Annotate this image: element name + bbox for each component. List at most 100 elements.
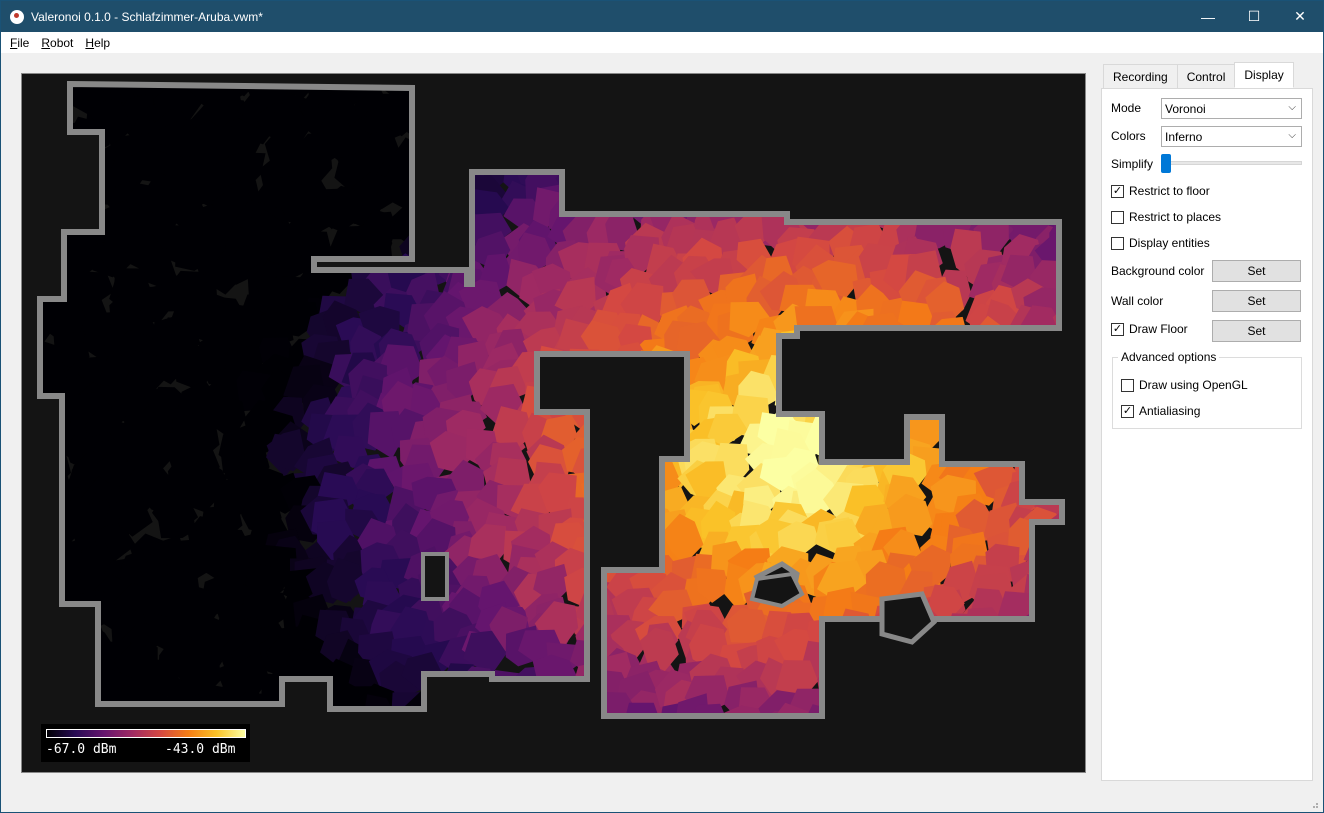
heatmap-cell [1061,362,1062,397]
heatmap-cell [40,646,63,691]
heatmap-cell [850,672,894,711]
opengl-row[interactable]: Draw using OpenGL [1121,378,1248,392]
heatmap-cell [638,98,686,143]
heatmap-cell [484,732,522,768]
heatmap-cell [1026,688,1062,716]
display-entities-row[interactable]: Display entities [1111,236,1210,250]
display-entities-checkbox[interactable] [1111,236,1124,250]
restrict-floor-row[interactable]: ✓ Restrict to floor [1111,184,1210,198]
heatmap-cell [253,745,292,773]
heatmap-cell [40,225,50,260]
heatmap-cell [829,739,869,773]
heatmap-cell [832,162,875,208]
close-button[interactable]: ✕ [1277,1,1323,32]
tab-display[interactable]: Display [1234,62,1294,88]
restrict-places-row[interactable]: Restrict to places [1111,210,1221,224]
heatmap-cell [1069,399,1086,440]
draw-floor-row[interactable]: ✓ Draw Floor [1111,322,1188,336]
heatmap-cell [975,84,1021,123]
tab-control[interactable]: Control [1176,64,1236,88]
heatmap-cell [880,365,927,402]
heatmap-cell [1039,349,1062,386]
heatmap-cell [582,84,621,97]
draw-floor-checkbox[interactable]: ✓ [1111,322,1124,336]
heatmap-cell [478,93,519,130]
heatmap-cell [1001,140,1048,183]
heatmap-cell [748,723,788,766]
background-color-set-button[interactable]: Set [1212,260,1301,282]
heatmap-cell [579,133,622,180]
simplify-slider-track[interactable] [1162,161,1302,165]
floor-color-set-button[interactable]: Set [1212,320,1301,342]
heatmap-cell [480,741,524,773]
heatmap-cell [251,726,293,756]
heatmap-cell [668,714,711,716]
heatmap-cell [422,751,460,774]
map-view[interactable]: -67.0 dBm -43.0 dBm [21,73,1086,773]
simplify-slider-handle[interactable] [1161,154,1171,173]
heatmap-cell [640,144,680,187]
heatmap-cell [449,705,491,716]
heatmap-cell [914,122,949,158]
heatmap-cell [1065,91,1086,134]
opengl-checkbox[interactable] [1121,378,1134,392]
chevron-down-icon: ⌵ [1288,130,1296,141]
heatmap-cell [601,501,647,544]
restrict-places-checkbox[interactable] [1111,210,1124,224]
heatmap-cell [1044,670,1062,716]
heatmap-cell [958,659,1000,694]
heatmap-cell [531,97,570,132]
minimize-button[interactable]: — [1185,1,1231,32]
heatmap-cell [972,727,1013,765]
menu-robot[interactable]: Robot [35,36,79,50]
heatmap-cell [766,84,810,107]
heatmap-cell [494,84,532,111]
heatmap-cell [847,407,894,447]
heatmap-cell [929,652,970,694]
heatmap-cell [262,703,300,716]
heatmap-cell [629,84,669,123]
tab-recording[interactable]: Recording [1103,64,1178,88]
heatmap-cell [411,742,453,773]
restrict-floor-checkbox[interactable]: ✓ [1111,184,1124,198]
heatmap-cell [878,705,922,716]
heatmap-cell [1012,344,1048,389]
resize-grip-icon[interactable] [1309,799,1319,809]
heatmap-cell [646,383,688,429]
heatmap-cell [1055,529,1062,567]
antialiasing-row[interactable]: ✓ Antialiasing [1121,404,1200,418]
heatmap-cell [518,114,558,158]
wall-color-set-button[interactable]: Set [1212,290,1301,312]
mode-label: Mode [1111,101,1142,115]
menu-help[interactable]: Help [79,36,116,50]
heatmap-cell [1071,410,1087,451]
legend-max-label: -43.0 dBm [165,742,236,757]
antialiasing-checkbox[interactable]: ✓ [1121,404,1134,418]
colors-select[interactable]: Inferno ⌵ [1161,126,1302,147]
heatmap-cell [697,108,740,147]
wifi-heatmap [37,80,1087,774]
heatmap-cell [601,398,645,436]
heatmap-cell [499,104,539,145]
heatmap-cell [751,717,791,750]
heatmap-cell [984,354,1024,393]
heatmap-cell [1071,277,1086,321]
heatmap-cell [1029,433,1062,477]
heatmap-cell [1016,723,1058,766]
heatmap-cell [911,361,958,398]
heatmap-cell [822,699,859,716]
heatmap-cell [423,122,462,168]
heatmap-cell [537,116,583,154]
maximize-button[interactable]: ☐ [1231,1,1277,32]
heatmap-cell [619,436,662,480]
mode-select[interactable]: Voronoi ⌵ [1161,98,1302,119]
heatmap-cell [297,715,339,716]
heatmap-cell [402,734,444,773]
restrict-floor-label: Restrict to floor [1129,184,1210,198]
heatmap-cell [605,380,653,422]
heatmap-cell [784,370,825,409]
heatmap-cell [1004,365,1049,405]
menu-file[interactable]: File [4,36,35,50]
title-bar[interactable]: Valeronoi 0.1.0 - Schlafzimmer-Aruba.vwm… [1,1,1323,32]
heatmap-cell [804,391,854,428]
